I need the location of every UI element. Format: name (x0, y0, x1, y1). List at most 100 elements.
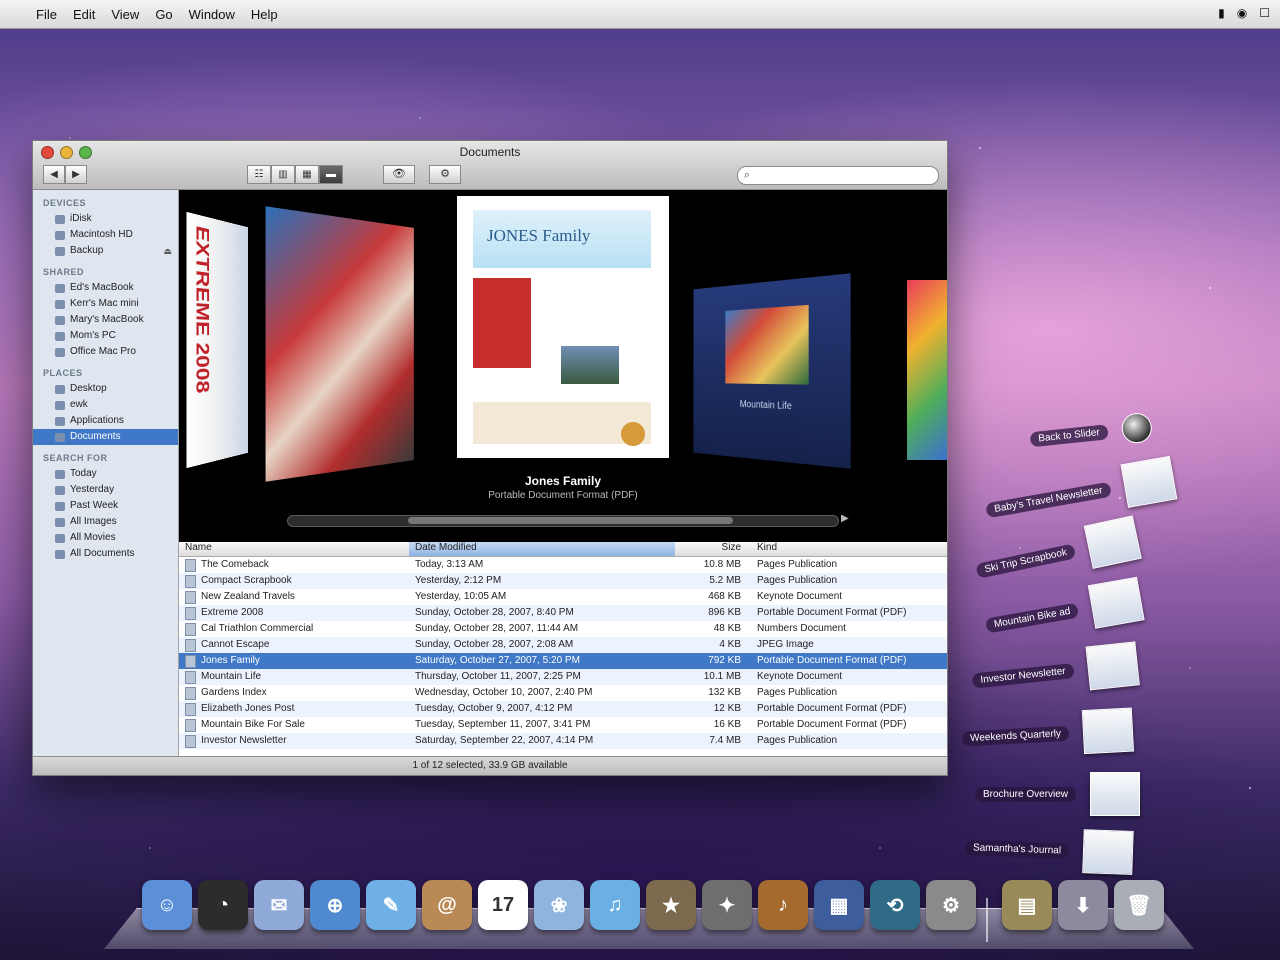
ichat-icon[interactable]: ✎ (366, 880, 416, 930)
coverflow-view[interactable]: EXTREME 2008 JONES Family Jones Family P… (179, 190, 947, 542)
col-header-date[interactable]: Date Modified (409, 542, 675, 556)
quick-look-button[interactable]: 👁 (383, 165, 415, 184)
sidebar-item[interactable]: Mary's MacBook (33, 312, 178, 328)
document-thumbnail (1090, 772, 1141, 816)
stack-item[interactable]: Mountain Bike ad (982, 576, 1145, 648)
sidebar-item[interactable]: Backup ⏏ (33, 243, 178, 259)
table-row[interactable]: Mountain Bike For Sale Tuesday, September… (179, 717, 947, 733)
sidebar-item[interactable]: Kerr's Mac mini (33, 296, 178, 312)
iphoto-icon[interactable]: ❀ (534, 880, 584, 930)
menu-file[interactable]: File (36, 7, 57, 22)
cover-extreme-2008[interactable]: EXTREME 2008 (186, 211, 248, 469)
table-row[interactable]: Compact Scrapbook Yesterday, 2:12 PM 5.2 M… (179, 573, 947, 589)
ical-icon[interactable]: 17 (478, 880, 528, 930)
coverflow-scrollbar[interactable] (287, 515, 839, 527)
menu-go[interactable]: Go (155, 7, 172, 22)
col-header-size[interactable]: Size (675, 542, 751, 556)
document-icon (185, 606, 196, 620)
table-row[interactable]: Mountain Life Thursday, October 11, 2007,… (179, 669, 947, 685)
cell-date: Yesterday, 10:05 AM (415, 591, 507, 602)
sidebar-item[interactable]: Today (33, 466, 178, 482)
sidebar-item[interactable]: Mom's PC (33, 328, 178, 344)
cover-photo[interactable] (265, 206, 414, 482)
spaces-icon[interactable]: ▦ (814, 880, 864, 930)
file-name: Mountain Bike For Sale (201, 719, 305, 730)
column-view-button[interactable]: ▦ (295, 165, 319, 184)
back-button[interactable]: ◀ (43, 165, 65, 184)
forward-button[interactable]: ▶ (65, 165, 87, 184)
sidebar-item[interactable]: All Documents (33, 546, 178, 562)
icon-view-button[interactable]: ☷ (247, 165, 271, 184)
system-preferences-icon[interactable]: ⚙ (926, 880, 976, 930)
sidebar-item[interactable]: Documents (33, 429, 178, 445)
cell-size: 10.1 MB (703, 671, 741, 682)
eject-icon[interactable]: ⏏ (163, 243, 172, 259)
table-row[interactable]: Jones Family Saturday, October 27, 2007, … (179, 653, 947, 669)
table-row[interactable]: Elizabeth Jones Post Tuesday, October 9, … (179, 701, 947, 717)
col-header-name[interactable]: Name (179, 542, 409, 556)
downloads-stack-icon[interactable]: ⬇ (1058, 880, 1108, 930)
cover-colorful[interactable] (907, 280, 947, 460)
battery-icon[interactable]: ▮ (1218, 6, 1225, 20)
stack-item[interactable]: Baby's Travel Newsletter (983, 455, 1178, 532)
coverflow-view-button[interactable]: ▬ (319, 165, 343, 184)
stack-item[interactable]: Weekends Quarterly (961, 707, 1135, 761)
sidebar-item[interactable]: Ed's MacBook (33, 280, 178, 296)
finder-icon[interactable]: ☺ (142, 880, 192, 930)
cell-name: Compact Scrapbook (179, 573, 409, 589)
cell-kind: Portable Document Format (PDF) (757, 703, 907, 714)
search-input[interactable] (756, 168, 930, 183)
sidebar-item[interactable]: All Movies (33, 530, 178, 546)
cover-mountain-life[interactable]: Mountain Life (693, 273, 851, 469)
menu-help[interactable]: Help (251, 7, 278, 22)
coverflow-scroll-thumb[interactable] (408, 517, 733, 524)
sidebar-item[interactable]: Applications (33, 413, 178, 429)
table-row[interactable]: Gardens Index Wednesday, October 10, 2007… (179, 685, 947, 701)
iweb-icon[interactable]: ✦ (702, 880, 752, 930)
dashboard-icon[interactable]: ◔ (198, 880, 248, 930)
display-icon[interactable]: ☐ (1259, 6, 1270, 20)
sidebar-item[interactable]: All Images (33, 514, 178, 530)
sidebar-item[interactable]: ewk (33, 397, 178, 413)
menu-edit[interactable]: Edit (73, 7, 95, 22)
table-row[interactable]: Cannot Escape Sunday, October 28, 2007, 2… (179, 637, 947, 653)
garageband-icon[interactable]: ♪ (758, 880, 808, 930)
table-row[interactable]: Extreme 2008 Sunday, October 28, 2007, 8:… (179, 605, 947, 621)
list-view-button[interactable]: ▥ (271, 165, 295, 184)
sidebar-item[interactable]: Macintosh HD (33, 227, 178, 243)
col-header-kind[interactable]: Kind (751, 542, 947, 556)
sidebar-item[interactable]: Office Mac Pro (33, 344, 178, 360)
file-name: New Zealand Travels (201, 591, 295, 602)
stack-item[interactable]: Investor Newsletter (970, 641, 1140, 702)
stack-item-label: Samantha's Journal (964, 839, 1070, 859)
cell-size: 48 KB (713, 623, 741, 634)
address-book-icon[interactable]: @ (422, 880, 472, 930)
table-row[interactable]: Investor Newsletter Saturday, September 2… (179, 733, 947, 749)
folder-icon (55, 400, 65, 410)
table-row[interactable]: The Comeback Today, 3:13 AM 10.8 MB Pages P… (179, 557, 947, 573)
itunes-icon[interactable]: ♫ (590, 880, 640, 930)
table-row[interactable]: New Zealand Travels Yesterday, 10:05 AM 46… (179, 589, 947, 605)
stack-item[interactable]: Brochure Overview (975, 772, 1141, 816)
coverflow-right-arrow-icon[interactable]: ▶ (841, 513, 849, 524)
wifi-icon[interactable]: ◉ (1237, 6, 1247, 20)
sidebar-item[interactable]: Desktop (33, 381, 178, 397)
menu-view[interactable]: View (111, 7, 139, 22)
search-field[interactable]: ⌕ (737, 166, 939, 185)
sidebar-item[interactable]: Past Week (33, 498, 178, 514)
action-button[interactable]: ⚙ (429, 165, 461, 184)
table-row[interactable]: Cal Triathlon Commercial Sunday, October … (179, 621, 947, 637)
cover-jones-family[interactable]: JONES Family (457, 196, 669, 458)
sidebar-item[interactable]: iDisk (33, 211, 178, 227)
time-machine-icon[interactable]: ⟲ (870, 880, 920, 930)
window-titlebar[interactable]: Documents ◀ ▶ ☷ ▥ ▦ ▬ 👁 ⚙ ⌕ (33, 141, 947, 190)
stack-item[interactable]: Back to Slider (1029, 411, 1153, 455)
imovie-icon[interactable]: ★ (646, 880, 696, 930)
menu-window[interactable]: Window (189, 7, 235, 22)
sidebar-item[interactable]: Yesterday (33, 482, 178, 498)
sidebar-item-label: iDisk (70, 213, 92, 224)
mail-icon[interactable]: ✉ (254, 880, 304, 930)
trash-icon[interactable]: 🗑 (1114, 880, 1164, 930)
documents-stack-icon[interactable]: ▤ (1002, 880, 1052, 930)
safari-icon[interactable]: ⊕ (310, 880, 360, 930)
